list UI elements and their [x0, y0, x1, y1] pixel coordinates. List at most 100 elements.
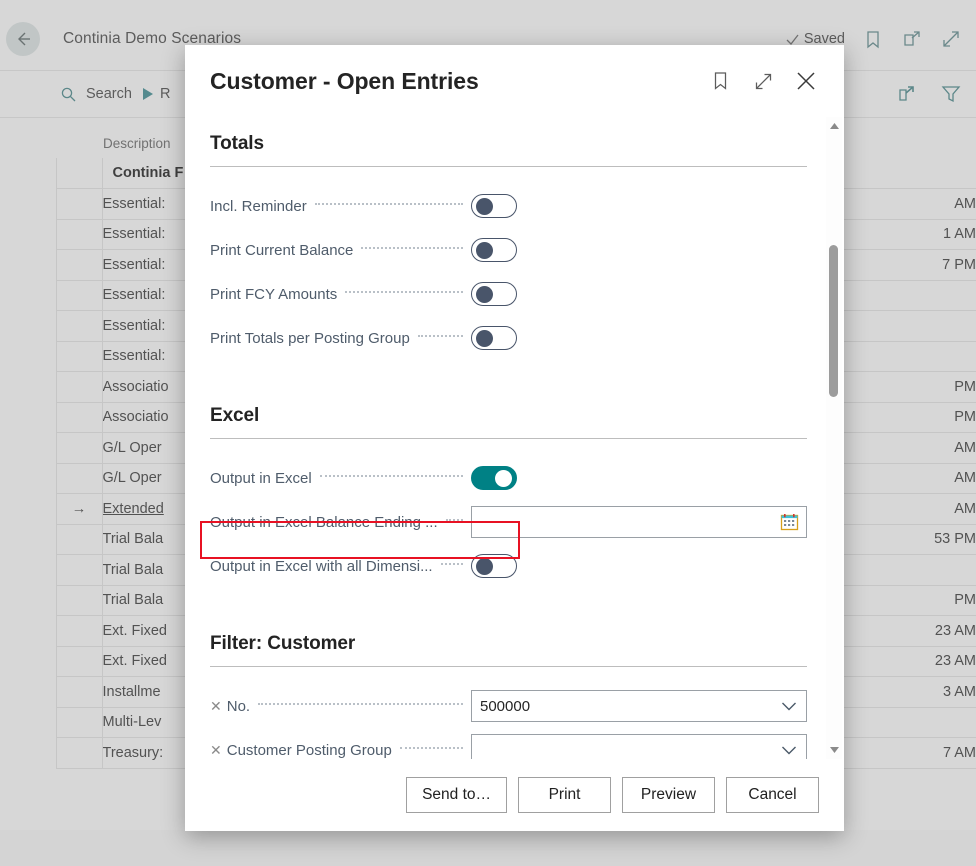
field-label-text: Print FCY Amounts [210, 285, 338, 303]
input-value: 500000 [480, 697, 531, 715]
field-label: Output in Excel [210, 470, 312, 487]
row-gutter [0, 189, 56, 220]
cancel-button[interactable]: Cancel [726, 777, 819, 813]
leader-dots [319, 474, 463, 477]
leader-dots [345, 290, 463, 293]
field-control [471, 734, 807, 759]
field-label: ✕ Customer Posting Group [210, 742, 392, 759]
field-label-text: Output in Excel with all Dimensi... [210, 557, 433, 575]
dropdown-input[interactable]: 500000 [471, 690, 807, 722]
row-indicator: → [55, 493, 102, 525]
section-title: Filter: Customer [210, 633, 807, 667]
field-control [471, 326, 807, 350]
field-row: Output in Excel [210, 457, 807, 499]
toggle-switch[interactable] [471, 554, 517, 578]
field-row: Print FCY Amounts [210, 273, 807, 315]
chevron-down-icon[interactable] [781, 701, 797, 712]
date-input[interactable] [471, 506, 807, 538]
dialog-title: Customer - Open Entries [210, 67, 479, 94]
dialog-scrollbar[interactable] [826, 117, 842, 759]
expand-icon[interactable] [940, 28, 962, 50]
dropdown-input[interactable] [471, 734, 807, 759]
row-gutter [0, 646, 56, 677]
close-icon[interactable] [793, 68, 819, 94]
field-control [471, 554, 807, 578]
row-gutter [0, 372, 56, 403]
toggle-knob [476, 198, 493, 215]
toggle-knob [476, 242, 493, 259]
row-gutter [0, 158, 56, 189]
filter-icon[interactable] [940, 83, 962, 105]
row-indicator [55, 249, 102, 281]
row-gutter [0, 250, 56, 281]
bookmark-icon[interactable] [707, 68, 733, 94]
dialog-scroll-area[interactable]: Totals Incl. Reminder Print Current Balanc… [210, 133, 819, 759]
toggle-switch[interactable] [471, 238, 517, 262]
row-indicator [55, 280, 102, 311]
field-row: Incl. Reminder [210, 185, 807, 227]
row-gutter [0, 402, 56, 433]
row-indicator [55, 341, 102, 372]
row-indicator [55, 371, 102, 403]
row-gutter [0, 280, 56, 311]
window-bottom-bar [0, 830, 976, 866]
remove-filter-icon[interactable]: ✕ [210, 699, 222, 713]
print-button[interactable]: Print [518, 777, 611, 813]
toggle-switch[interactable] [471, 466, 517, 490]
leader-dots [258, 702, 463, 705]
dialog-footer: Send to… Print Preview Cancel [185, 759, 844, 831]
toggle-switch[interactable] [471, 194, 517, 218]
field-label: ✕ No. [210, 698, 250, 715]
toggle-switch[interactable] [471, 326, 517, 350]
row-gutter [0, 707, 56, 738]
send-to-button[interactable]: Send to… [406, 777, 507, 813]
chevron-down-icon[interactable] [778, 739, 800, 759]
field-row: ✕ Customer Posting Group [210, 729, 807, 759]
row-indicator [55, 737, 102, 769]
scroll-down-arrow-icon[interactable] [829, 741, 840, 759]
field-label: Output in Excel with all Dimensi... [210, 558, 433, 575]
remove-filter-icon[interactable]: ✕ [210, 743, 222, 757]
play-icon [142, 88, 153, 100]
field-label-text: Print Current Balance [210, 241, 354, 259]
section-title: Excel [210, 405, 807, 439]
chevron-down-icon[interactable] [778, 695, 800, 717]
window-top-strip [0, 0, 976, 8]
row-indicator [55, 707, 102, 738]
toggle-knob [476, 286, 493, 303]
field-row: Output in Excel with all Dimensi... [210, 545, 807, 587]
calendar-icon[interactable] [780, 513, 799, 531]
scroll-up-arrow-icon[interactable] [829, 117, 840, 135]
chevron-down-icon[interactable] [781, 745, 797, 756]
open-in-new-window-icon[interactable] [901, 28, 923, 50]
calendar-icon[interactable] [778, 511, 800, 533]
field-label-text: Incl. Reminder [210, 197, 307, 215]
preview-button[interactable]: Preview [622, 777, 715, 813]
search-button[interactable]: Search [60, 86, 132, 103]
row-gutter [0, 311, 56, 342]
dialog-titlebar: Customer - Open Entries [185, 45, 844, 117]
scrollbar-track[interactable] [826, 135, 842, 741]
leader-dots [440, 562, 463, 565]
row-gutter [0, 616, 56, 647]
field-label: Print Current Balance [210, 242, 353, 259]
row-indicator [55, 676, 102, 708]
section-title: Totals [210, 133, 807, 167]
field-label-text: Customer Posting Group [226, 741, 392, 759]
row-gutter [0, 677, 56, 708]
section-filter-customer: Filter: Customer ✕ No. 500000 ✕ Customer Post… [210, 633, 807, 759]
run-button[interactable]: R [141, 86, 170, 102]
back-button[interactable] [6, 22, 40, 56]
row-indicator [55, 310, 102, 342]
leader-dots [361, 246, 463, 249]
bookmark-icon[interactable] [862, 28, 884, 50]
field-control [471, 506, 807, 538]
scrollbar-thumb[interactable] [829, 245, 838, 397]
toggle-knob [476, 558, 493, 575]
expand-icon[interactable] [750, 68, 776, 94]
customer-open-entries-dialog: Customer - Open Entries Totals Incl. Rem… [185, 45, 844, 831]
leader-dots [445, 518, 463, 521]
toggle-switch[interactable] [471, 282, 517, 306]
row-indicator [55, 463, 102, 494]
share-icon[interactable] [896, 83, 918, 105]
